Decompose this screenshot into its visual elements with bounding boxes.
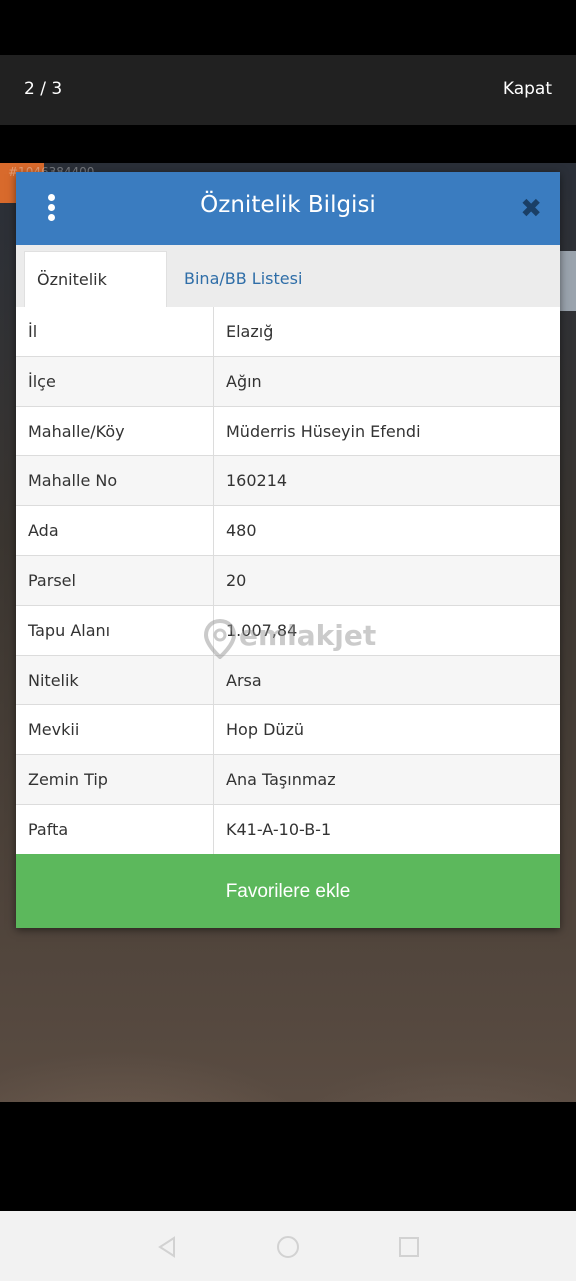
viewer-toolbar: 2 / 3 Kapat: [0, 55, 576, 125]
row-label: Pafta: [16, 804, 214, 854]
row-value: Müderris Hüseyin Efendi: [226, 421, 421, 441]
row-label: İlçe: [16, 356, 214, 406]
row-value: Ağın: [226, 371, 262, 391]
photo-strip: [560, 251, 576, 311]
row-label: İl: [16, 307, 214, 356]
row-value: Ana Taşınmaz: [226, 770, 336, 790]
table-row: Parsel 20: [16, 555, 560, 606]
table-row: Pafta K41-A-10-B-1: [16, 804, 560, 855]
tab-bar: Öznitelik Bilgisi Bina/BB Listesi: [16, 245, 560, 345]
table-row: Mahalle/Köy Müderris Hüseyin Efendi: [16, 406, 560, 457]
home-icon[interactable]: [275, 1234, 301, 1260]
row-value: 1.007,84: [226, 620, 298, 640]
dialog-title: Öznitelik Bilgisi: [200, 192, 376, 218]
row-value: 480: [226, 521, 257, 541]
row-label: Mahalle No: [16, 456, 214, 506]
close-icon[interactable]: ✖: [520, 194, 542, 224]
row-value: 160214: [226, 471, 288, 491]
attribute-table: İl Elazığ İlçe Ağın Mahalle/Köy Müderris…: [16, 307, 560, 855]
row-label: Mevkii: [16, 705, 214, 755]
table-row: Zemin Tip Ana Taşınmaz: [16, 755, 560, 805]
row-value: Arsa: [226, 670, 262, 690]
row-value: Hop Düzü: [226, 720, 305, 740]
row-label: Parsel: [16, 555, 214, 605]
table-row: İl Elazığ: [16, 307, 560, 357]
attribute-dialog: Öznitelik Bilgisi ✖ Öznitelik Bilgisi Bi…: [16, 172, 560, 928]
row-value: K41-A-10-B-1: [226, 819, 332, 839]
tab-attribute-info[interactable]: Öznitelik Bilgisi: [24, 251, 167, 345]
table-row: Tapu Alanı 1.007,84: [16, 605, 560, 656]
dialog-header: Öznitelik Bilgisi ✖: [16, 172, 560, 245]
table-row: Nitelik Arsa: [16, 655, 560, 706]
row-label: Ada: [16, 506, 214, 555]
recent-apps-icon[interactable]: [396, 1234, 422, 1260]
back-icon[interactable]: [154, 1234, 180, 1260]
status-bar: [0, 0, 576, 55]
add-to-favorites-button[interactable]: Favorilere ekle: [16, 854, 560, 928]
row-label: Nitelik: [16, 655, 214, 705]
row-value: 20: [226, 570, 247, 590]
system-nav-bar: [0, 1211, 576, 1281]
table-row: Mahalle No 160214: [16, 456, 560, 507]
table-row: İlçe Ağın: [16, 356, 560, 407]
row-label: Tapu Alanı: [16, 605, 214, 655]
table-row: Ada 480: [16, 506, 560, 556]
image-counter: 2 / 3: [24, 79, 63, 99]
table-row: Mevkii Hop Düzü: [16, 705, 560, 756]
close-viewer-button[interactable]: Kapat: [503, 79, 552, 99]
row-label: Zemin Tip: [16, 755, 214, 804]
row-value: Elazığ: [226, 322, 274, 341]
row-label: Mahalle/Köy: [16, 406, 214, 456]
tab-building-list[interactable]: Bina/BB Listesi: [172, 251, 314, 307]
